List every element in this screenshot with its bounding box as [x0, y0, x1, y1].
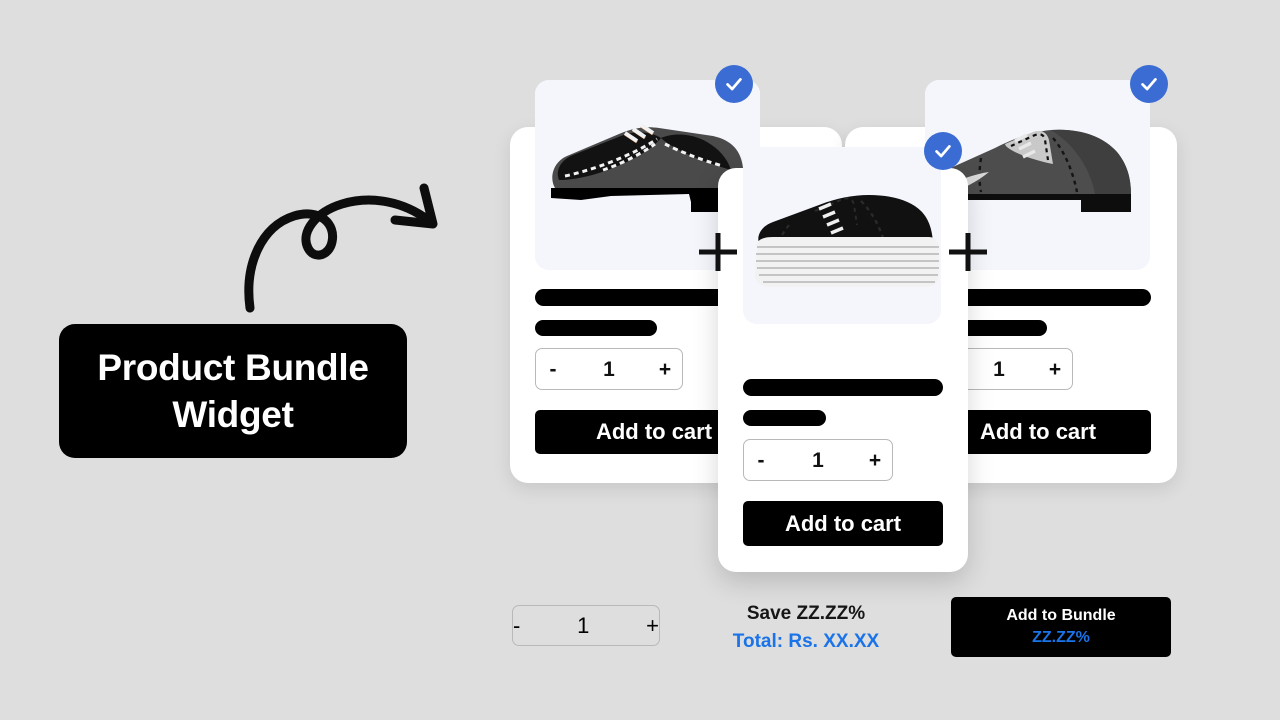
product-1-quantity-value: 1: [603, 357, 615, 381]
product-card-2[interactable]: - 1 + Add to cart: [718, 132, 968, 572]
add-to-bundle-button[interactable]: Add to Bundle ZZ.ZZ%: [951, 597, 1171, 657]
product-2-quantity-stepper[interactable]: - 1 +: [743, 439, 893, 481]
bundle-totals: Save ZZ.ZZ% Total: Rs. XX.XX: [700, 600, 912, 655]
product-1-price-redacted: [535, 320, 657, 336]
product-2-price-redacted: [743, 410, 826, 426]
bundle-savings-text: Save ZZ.ZZ%: [746, 603, 866, 624]
product-1-increment-button[interactable]: +: [648, 359, 682, 380]
product-2-selected-check[interactable]: [924, 132, 962, 170]
widget-stage: Product Bundle Widget - 1 + Add to cart …: [0, 0, 1280, 720]
plus-icon: [696, 230, 740, 274]
bundle-increment-button[interactable]: +: [646, 613, 659, 639]
bundle-decrement-button[interactable]: -: [513, 613, 520, 639]
widget-title-text: Product Bundle Widget: [97, 346, 369, 435]
check-icon: [935, 145, 951, 158]
product-2-quantity-value: 1: [812, 448, 824, 472]
product-2-increment-button[interactable]: +: [858, 450, 892, 471]
add-to-bundle-discount: ZZ.ZZ%: [1032, 629, 1090, 646]
product-2-add-to-cart-button[interactable]: Add to cart: [743, 501, 943, 546]
check-icon: [726, 78, 742, 91]
product-2-image: [743, 147, 941, 324]
product-1-selected-check[interactable]: [715, 65, 753, 103]
check-icon: [1141, 78, 1157, 91]
product-3-increment-button[interactable]: +: [1038, 359, 1072, 380]
plus-icon: [946, 230, 990, 274]
bundle-total-text: Total: Rs. XX.XX: [732, 630, 880, 652]
add-to-bundle-label: Add to Bundle: [1006, 607, 1116, 625]
widget-title-badge: Product Bundle Widget: [59, 324, 407, 458]
product-3-quantity-value: 1: [993, 357, 1005, 381]
bundle-quantity-value: 1: [577, 612, 590, 638]
product-1-decrement-button[interactable]: -: [536, 359, 570, 380]
curly-arrow-right-icon: [232, 168, 462, 318]
product-2-title-redacted: [743, 379, 943, 396]
product-2-decrement-button[interactable]: -: [744, 450, 778, 471]
product-3-selected-check[interactable]: [1130, 65, 1168, 103]
product-1-quantity-stepper[interactable]: - 1 +: [535, 348, 683, 390]
bundle-quantity-stepper[interactable]: - 1 +: [512, 605, 660, 646]
product-card-2-body: - 1 + Add to cart: [718, 132, 968, 572]
